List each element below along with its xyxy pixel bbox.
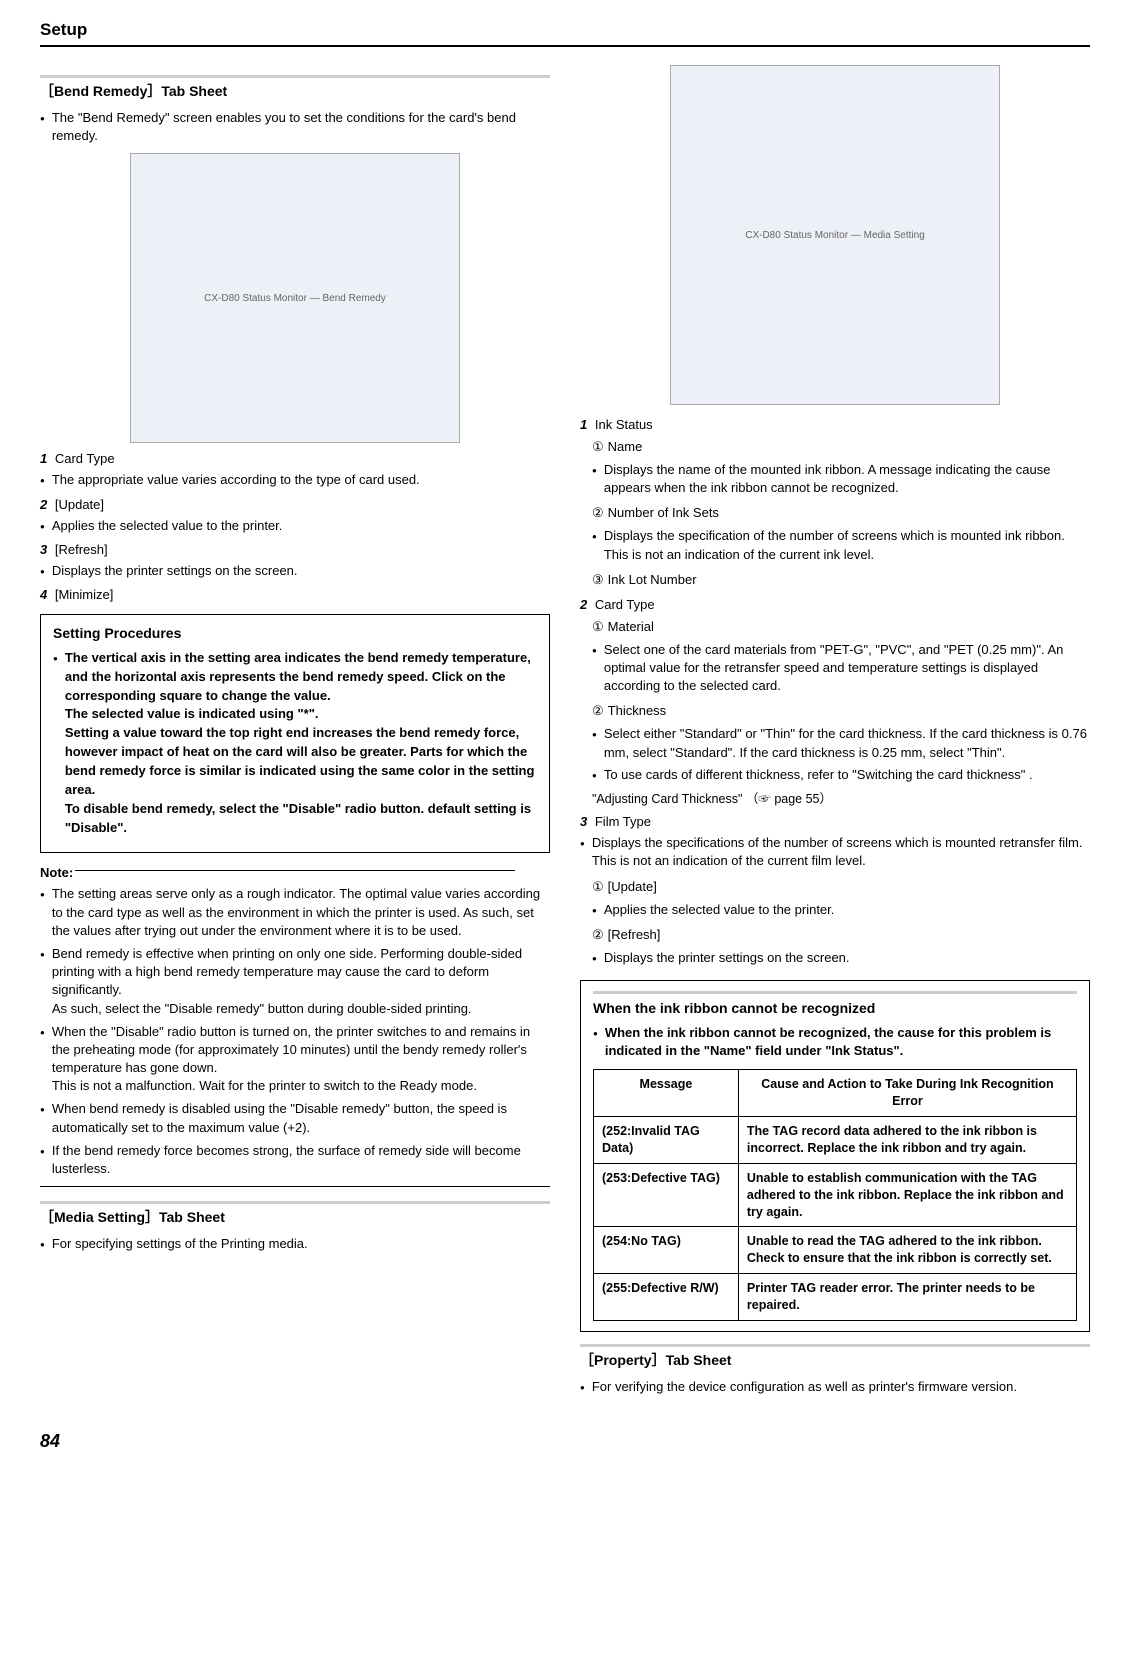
note-2: Bend remedy is effective when printing o…	[40, 945, 550, 1018]
card-thickness-desc1: Select either "Standard" or "Thin" for t…	[592, 725, 1090, 761]
ink-name-desc: Displays the name of the mounted ink rib…	[592, 461, 1090, 497]
film-type-desc: Displays the specifications of the numbe…	[580, 834, 1090, 870]
item-card-type-desc: The appropriate value varies according t…	[40, 471, 550, 489]
card-thickness: ②Thickness	[592, 703, 666, 719]
page-number: 84	[40, 1431, 1090, 1452]
err-table-h2: Cause and Action to Take During Ink Reco…	[738, 1070, 1076, 1117]
media-setting-screenshot: CX-D80 Status Monitor — Media Setting	[670, 65, 1000, 405]
note-1: The setting areas serve only as a rough …	[40, 885, 550, 940]
item-refresh: 3 [Refresh]	[40, 542, 550, 557]
left-column: ［Bend Remedy］Tab Sheet The "Bend Remedy"…	[40, 65, 550, 1401]
bend-remedy-screenshot: CX-D80 Status Monitor — Bend Remedy	[130, 153, 460, 443]
film-refresh: ②[Refresh]	[592, 927, 660, 943]
ink-error-desc: When the ink ribbon cannot be recognized…	[593, 1024, 1077, 1062]
setting-procedures-text: The vertical axis in the setting area in…	[53, 649, 537, 837]
bend-remedy-desc: The "Bend Remedy" screen enables you to …	[40, 109, 550, 145]
table-row: (252:Invalid TAG Data) The TAG record da…	[594, 1117, 1077, 1164]
media-setting-title: ［Media Setting］Tab Sheet	[40, 1201, 550, 1227]
note-4: When bend remedy is disabled using the "…	[40, 1100, 550, 1136]
item-update-desc: Applies the selected value to the printe…	[40, 517, 550, 535]
note-5: If the bend remedy force becomes strong,…	[40, 1142, 550, 1178]
setting-procedures-title: Setting Procedures	[53, 625, 537, 641]
property-title: ［Property］Tab Sheet	[580, 1344, 1090, 1370]
film-type: 3 Film Type	[580, 814, 1090, 829]
setting-procedures-box: Setting Procedures The vertical axis in …	[40, 614, 550, 853]
media-setting-desc: For specifying settings of the Printing …	[40, 1235, 550, 1253]
card-material-desc: Select one of the card materials from "P…	[592, 641, 1090, 696]
ink-status: 1 Ink Status	[580, 417, 1090, 432]
film-update-desc: Applies the selected value to the printe…	[592, 901, 1090, 919]
main-columns: ［Bend Remedy］Tab Sheet The "Bend Remedy"…	[40, 65, 1090, 1401]
film-refresh-desc: Displays the printer settings on the scr…	[592, 949, 1090, 967]
ink-error-box: When the ink ribbon cannot be recognized…	[580, 980, 1090, 1332]
error-table: Message Cause and Action to Take During …	[593, 1069, 1077, 1321]
bend-remedy-title: ［Bend Remedy］Tab Sheet	[40, 75, 550, 101]
ink-error-title: When the ink ribbon cannot be recognized	[593, 1000, 1077, 1016]
note-label: Note:	[40, 865, 550, 880]
table-row: (254:No TAG) Unable to read the TAG adhe…	[594, 1227, 1077, 1274]
right-column: CX-D80 Status Monitor — Media Setting 1 …	[580, 65, 1090, 1401]
ink-sets-desc: Displays the specification of the number…	[592, 527, 1090, 563]
err-table-h1: Message	[594, 1070, 739, 1117]
note-3: When the "Disable" radio button is turne…	[40, 1023, 550, 1096]
item-update: 2 [Update]	[40, 497, 550, 512]
item-refresh-desc: Displays the printer settings on the scr…	[40, 562, 550, 580]
property-desc: For verifying the device configuration a…	[580, 1378, 1090, 1396]
item-minimize: 4 [Minimize]	[40, 587, 550, 602]
card-thickness-desc2: To use cards of different thickness, ref…	[592, 766, 1090, 784]
table-row: (255:Defective R/W) Printer TAG reader e…	[594, 1274, 1077, 1321]
note-end-rule	[40, 1186, 550, 1187]
ink-name: ①Name	[592, 439, 642, 455]
ink-lot: ③Ink Lot Number	[592, 572, 697, 588]
page-header: Setup	[40, 20, 1090, 47]
table-row: (253:Defective TAG) Unable to establish …	[594, 1163, 1077, 1227]
film-update: ①[Update]	[592, 879, 657, 895]
card-thickness-ref: "Adjusting Card Thickness" （☞ page 55）	[592, 788, 1090, 807]
card-material: ①Material	[592, 619, 654, 635]
item-card-type: 1 Card Type	[40, 451, 550, 466]
card-type: 2 Card Type	[580, 597, 1090, 612]
ink-sets: ②Number of Ink Sets	[592, 505, 719, 521]
